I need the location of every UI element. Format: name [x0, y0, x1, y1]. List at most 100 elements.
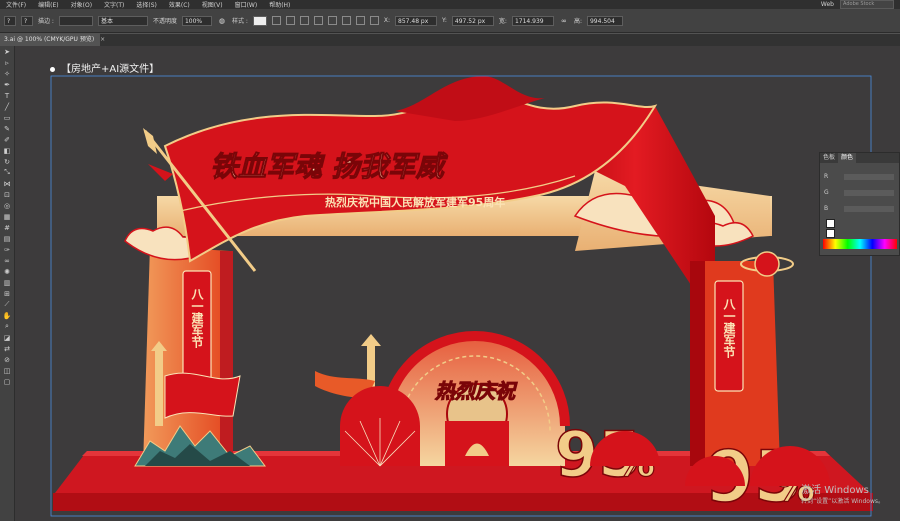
h-label: 高: — [573, 18, 582, 25]
tools-panel: ➤ ▹ ✧ ✒ T ╱ ▭ ✎ ✐ ◧ ↻ ⤡ ⋈ ⊡ ◎ ▦ # ▤ ✑ ∞ … — [0, 46, 15, 521]
magic-wand-icon[interactable]: ✧ — [0, 68, 14, 79]
align-left-icon[interactable] — [271, 16, 281, 25]
shape-builder-icon[interactable]: ◎ — [0, 200, 14, 211]
distribute-spacing-icon[interactable] — [369, 16, 379, 25]
brush-tool-icon[interactable]: ✎ — [0, 123, 14, 134]
menu-help[interactable]: 帮助(H) — [263, 0, 296, 9]
style-label: 样式 : — [231, 18, 248, 25]
mesh-tool-icon[interactable]: # — [0, 222, 14, 233]
artboard-canvas[interactable]: 铁血军魂 扬我军威 热烈庆祝中国人民解放军建军95周年 八一建军节 八一建军节 … — [15, 46, 900, 521]
x-field[interactable]: 857.48 px — [395, 15, 438, 26]
fill-stroke-icon[interactable]: ◪ — [0, 332, 14, 343]
align-middle-icon[interactable] — [327, 16, 337, 25]
align-right-icon[interactable] — [299, 16, 309, 25]
watermark-subtitle: 转到“设置”以激活 Windows。 — [801, 498, 884, 505]
stroke-label: 描边 : — [38, 18, 54, 25]
gradient-tool-icon[interactable]: ▤ — [0, 233, 14, 244]
blend-tool-icon[interactable]: ∞ — [0, 255, 14, 266]
menu-window[interactable]: 窗口(W) — [229, 0, 264, 9]
document-tab-bar: 3.ai @ 100% (CMYK/GPU 预览) × — [0, 34, 900, 46]
watermark-title: 激活 Windows — [801, 485, 869, 496]
w-field[interactable]: 1714.939 — [511, 15, 554, 26]
artboard-tool-icon[interactable]: ⊞ — [0, 288, 14, 299]
channel-b-slider[interactable] — [844, 206, 894, 212]
zoom-tool-icon[interactable]: ⌕ — [0, 321, 14, 332]
document-tab[interactable]: 3.ai @ 100% (CMYK/GPU 预览) × — [0, 34, 105, 46]
pen-tool-icon[interactable]: ✒ — [0, 79, 14, 90]
close-tab-icon[interactable]: × — [100, 36, 105, 43]
caption-text: 【房地产+AI源文件】 — [61, 64, 160, 75]
windows-activation-watermark: 激活 Windows 转到“设置”以激活 Windows。 — [801, 481, 884, 505]
channel-g-label: G — [824, 189, 829, 196]
menu-bar: 文件(F) 编辑(E) 对象(O) 文字(T) 选择(S) 效果(C) 视图(V… — [0, 0, 900, 9]
menu-view[interactable]: 视图(V) — [196, 0, 229, 9]
stroke-swatch[interactable]: ? — [21, 15, 33, 26]
left-pillar-text: 八一建军节 — [190, 288, 204, 349]
fill-swatch[interactable]: ? — [4, 15, 16, 26]
tab-swatches[interactable]: 色板 — [820, 153, 838, 163]
align-top-icon[interactable] — [313, 16, 323, 25]
channel-g-slider[interactable] — [844, 190, 894, 196]
screen-mode-icon[interactable]: ▢ — [0, 376, 14, 387]
swap-colors-icon[interactable]: ⇄ — [0, 343, 14, 354]
opacity-field[interactable]: 100% — [181, 15, 212, 26]
color-spectrum[interactable] — [823, 239, 897, 249]
draw-mode-icon[interactable]: ◫ — [0, 365, 14, 376]
eraser-tool-icon[interactable]: ◧ — [0, 145, 14, 156]
menu-object[interactable]: 对象(O) — [65, 0, 98, 9]
type-tool-icon[interactable]: T — [0, 90, 14, 101]
style-swatch[interactable] — [252, 15, 267, 26]
h-field[interactable]: 994.504 — [586, 15, 623, 26]
hand-tool-icon[interactable]: ✋ — [0, 310, 14, 321]
free-transform-icon[interactable]: ⊡ — [0, 189, 14, 200]
channel-b-label: B — [824, 205, 829, 212]
menu-file[interactable]: 文件(F) — [0, 0, 32, 9]
banner-subtitle: 热烈庆祝中国人民解放军建军95周年 — [325, 195, 505, 209]
tab-color[interactable]: 颜色 — [838, 153, 857, 163]
control-bar: ? ? 描边 : 基本 不透明度 100% ◍ 样式 : X: 857.48 p… — [0, 9, 900, 33]
symbol-sprayer-icon[interactable]: ✺ — [0, 266, 14, 277]
center-badge: 热烈庆祝 — [434, 379, 518, 403]
workspace-switcher[interactable]: Web — [821, 1, 834, 8]
line-tool-icon[interactable]: ╱ — [0, 101, 14, 112]
opacity-label: 不透明度 — [152, 18, 177, 25]
y-field[interactable]: 497.52 px — [451, 15, 494, 26]
channel-r-slider[interactable] — [844, 174, 894, 180]
brush-dropdown[interactable]: 基本 — [97, 15, 148, 26]
menu-edit[interactable]: 编辑(E) — [32, 0, 64, 9]
slice-tool-icon[interactable]: ⟋ — [0, 299, 14, 310]
channel-r-label: R — [824, 173, 829, 180]
menu-select[interactable]: 选择(S) — [130, 0, 163, 9]
menu-effect[interactable]: 效果(C) — [163, 0, 196, 9]
perspective-grid-icon[interactable]: ▦ — [0, 211, 14, 222]
stroke-weight-field[interactable] — [58, 15, 93, 26]
stock-search-input[interactable]: Adobe Stock — [840, 0, 894, 9]
graph-tool-icon[interactable]: ▥ — [0, 277, 14, 288]
color-panel: 色板 颜色 R G B — [819, 152, 900, 256]
scale-tool-icon[interactable]: ⤡ — [0, 167, 14, 178]
eyedropper-icon[interactable]: ✑ — [0, 244, 14, 255]
menu-type[interactable]: 文字(T) — [98, 0, 130, 9]
width-tool-icon[interactable]: ⋈ — [0, 178, 14, 189]
align-bottom-icon[interactable] — [341, 16, 351, 25]
w-label: 宽: — [498, 18, 507, 25]
recolor-icon[interactable]: ◍ — [217, 16, 227, 26]
link-icon[interactable]: ∞ — [559, 16, 569, 26]
y-label: Y: — [442, 17, 447, 24]
banner-title: 铁血军魂 扬我军威 — [210, 150, 449, 183]
rotate-tool-icon[interactable]: ↻ — [0, 156, 14, 167]
artwork-svg: 铁血军魂 扬我军威 热烈庆祝中国人民解放军建军95周年 八一建军节 八一建军节 … — [50, 75, 873, 519]
rectangle-tool-icon[interactable]: ▭ — [0, 112, 14, 123]
selection-tool-icon[interactable]: ➤ — [0, 46, 14, 57]
right-pillar-text: 八一建军节 — [722, 298, 736, 359]
center-left-decorations — [315, 334, 420, 467]
shaper-tool-icon[interactable]: ✐ — [0, 134, 14, 145]
none-color-icon[interactable]: ⊘ — [0, 354, 14, 365]
align-center-icon[interactable] — [285, 16, 295, 25]
menu-right-group: Web Adobe Stock — [821, 0, 900, 9]
distribute-icon[interactable] — [355, 16, 365, 25]
direct-selection-tool-icon[interactable]: ▹ — [0, 57, 14, 68]
fill-color-swatch[interactable] — [826, 219, 835, 228]
stroke-color-swatch[interactable] — [826, 229, 835, 238]
caption-bullet-icon — [50, 66, 55, 72]
